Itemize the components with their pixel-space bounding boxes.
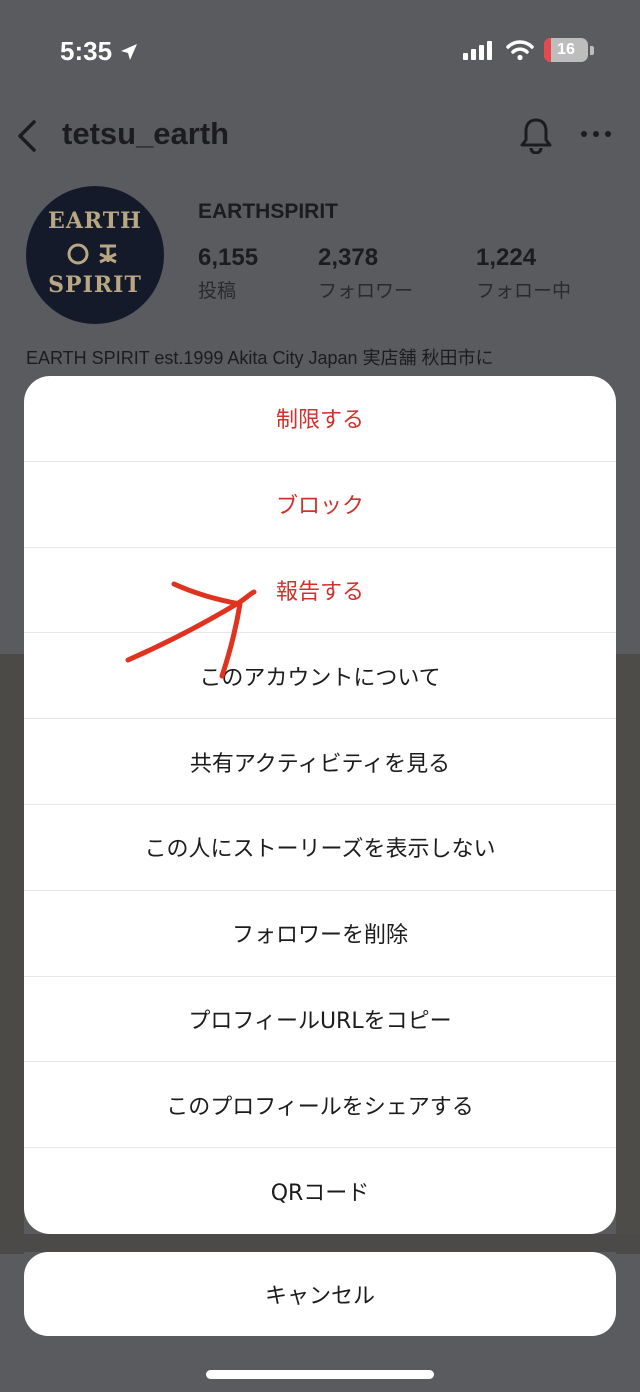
post-thumbnail-left bbox=[0, 654, 24, 1254]
stat-value: 6,155 bbox=[198, 244, 259, 271]
share-profile-button[interactable]: このプロフィールをシェアする bbox=[24, 1062, 616, 1149]
bell-icon[interactable] bbox=[518, 116, 554, 154]
battery-level: 16 bbox=[557, 41, 575, 58]
remove-follower-button[interactable]: フォロワーを削除 bbox=[24, 891, 616, 977]
stat-posts[interactable]: 6,155 投稿 bbox=[198, 244, 258, 303]
profile-options-sheet: 制限する ブロック 報告する このアカウントについて 共有アクティビティを見る … bbox=[24, 376, 616, 1234]
profile-header: tetsu_earth bbox=[0, 100, 640, 170]
avatar-emblem-icon bbox=[67, 243, 117, 265]
cellular-signal-icon bbox=[463, 41, 492, 60]
profile-bio: EARTH SPIRIT est.1999 Akita City Japan 実… bbox=[26, 348, 494, 368]
restrict-button[interactable]: 制限する bbox=[24, 376, 616, 462]
hide-stories-button[interactable]: この人にストーリーズを表示しない bbox=[24, 805, 616, 891]
battery-cap bbox=[590, 45, 594, 55]
stat-followers[interactable]: 2,378 フォロワー bbox=[318, 244, 413, 303]
copy-profile-url-button[interactable]: プロフィールURLをコピー bbox=[24, 977, 616, 1063]
qr-code-button[interactable]: QRコード bbox=[24, 1148, 616, 1234]
avatar-text-top: EARTH bbox=[48, 208, 142, 234]
profile-display-name: EARTHSPIRIT bbox=[198, 200, 339, 223]
battery-icon: 16 bbox=[544, 38, 588, 62]
wifi-icon bbox=[506, 40, 534, 61]
status-bar: 5:35 16 bbox=[0, 0, 640, 100]
post-thumbnail-bottom bbox=[0, 1234, 640, 1252]
block-button[interactable]: ブロック bbox=[24, 462, 616, 548]
back-chevron-icon[interactable] bbox=[12, 118, 42, 154]
shared-activity-button[interactable]: 共有アクティビティを見る bbox=[24, 719, 616, 805]
stat-label: フォロー中 bbox=[476, 280, 572, 302]
stat-following[interactable]: 1,224 フォロー中 bbox=[476, 244, 571, 303]
profile-username: tetsu_earth bbox=[62, 116, 230, 151]
post-thumbnail-right bbox=[616, 654, 640, 1254]
stat-value: 1,224 bbox=[476, 244, 537, 271]
status-time: 5:35 bbox=[60, 36, 113, 66]
avatar-text-bottom: SPIRIT bbox=[48, 272, 142, 298]
stat-label: 投稿 bbox=[198, 280, 237, 302]
report-button[interactable]: 報告する bbox=[24, 548, 616, 634]
home-indicator bbox=[206, 1370, 434, 1379]
more-options-icon[interactable] bbox=[580, 128, 612, 140]
profile-avatar[interactable]: EARTH SPIRIT bbox=[26, 186, 164, 324]
stat-label: フォロワー bbox=[318, 280, 414, 302]
stat-value: 2,378 bbox=[318, 244, 379, 271]
location-arrow-icon bbox=[121, 43, 138, 60]
cancel-button[interactable]: キャンセル bbox=[24, 1252, 616, 1336]
about-account-button[interactable]: このアカウントについて bbox=[24, 633, 616, 720]
